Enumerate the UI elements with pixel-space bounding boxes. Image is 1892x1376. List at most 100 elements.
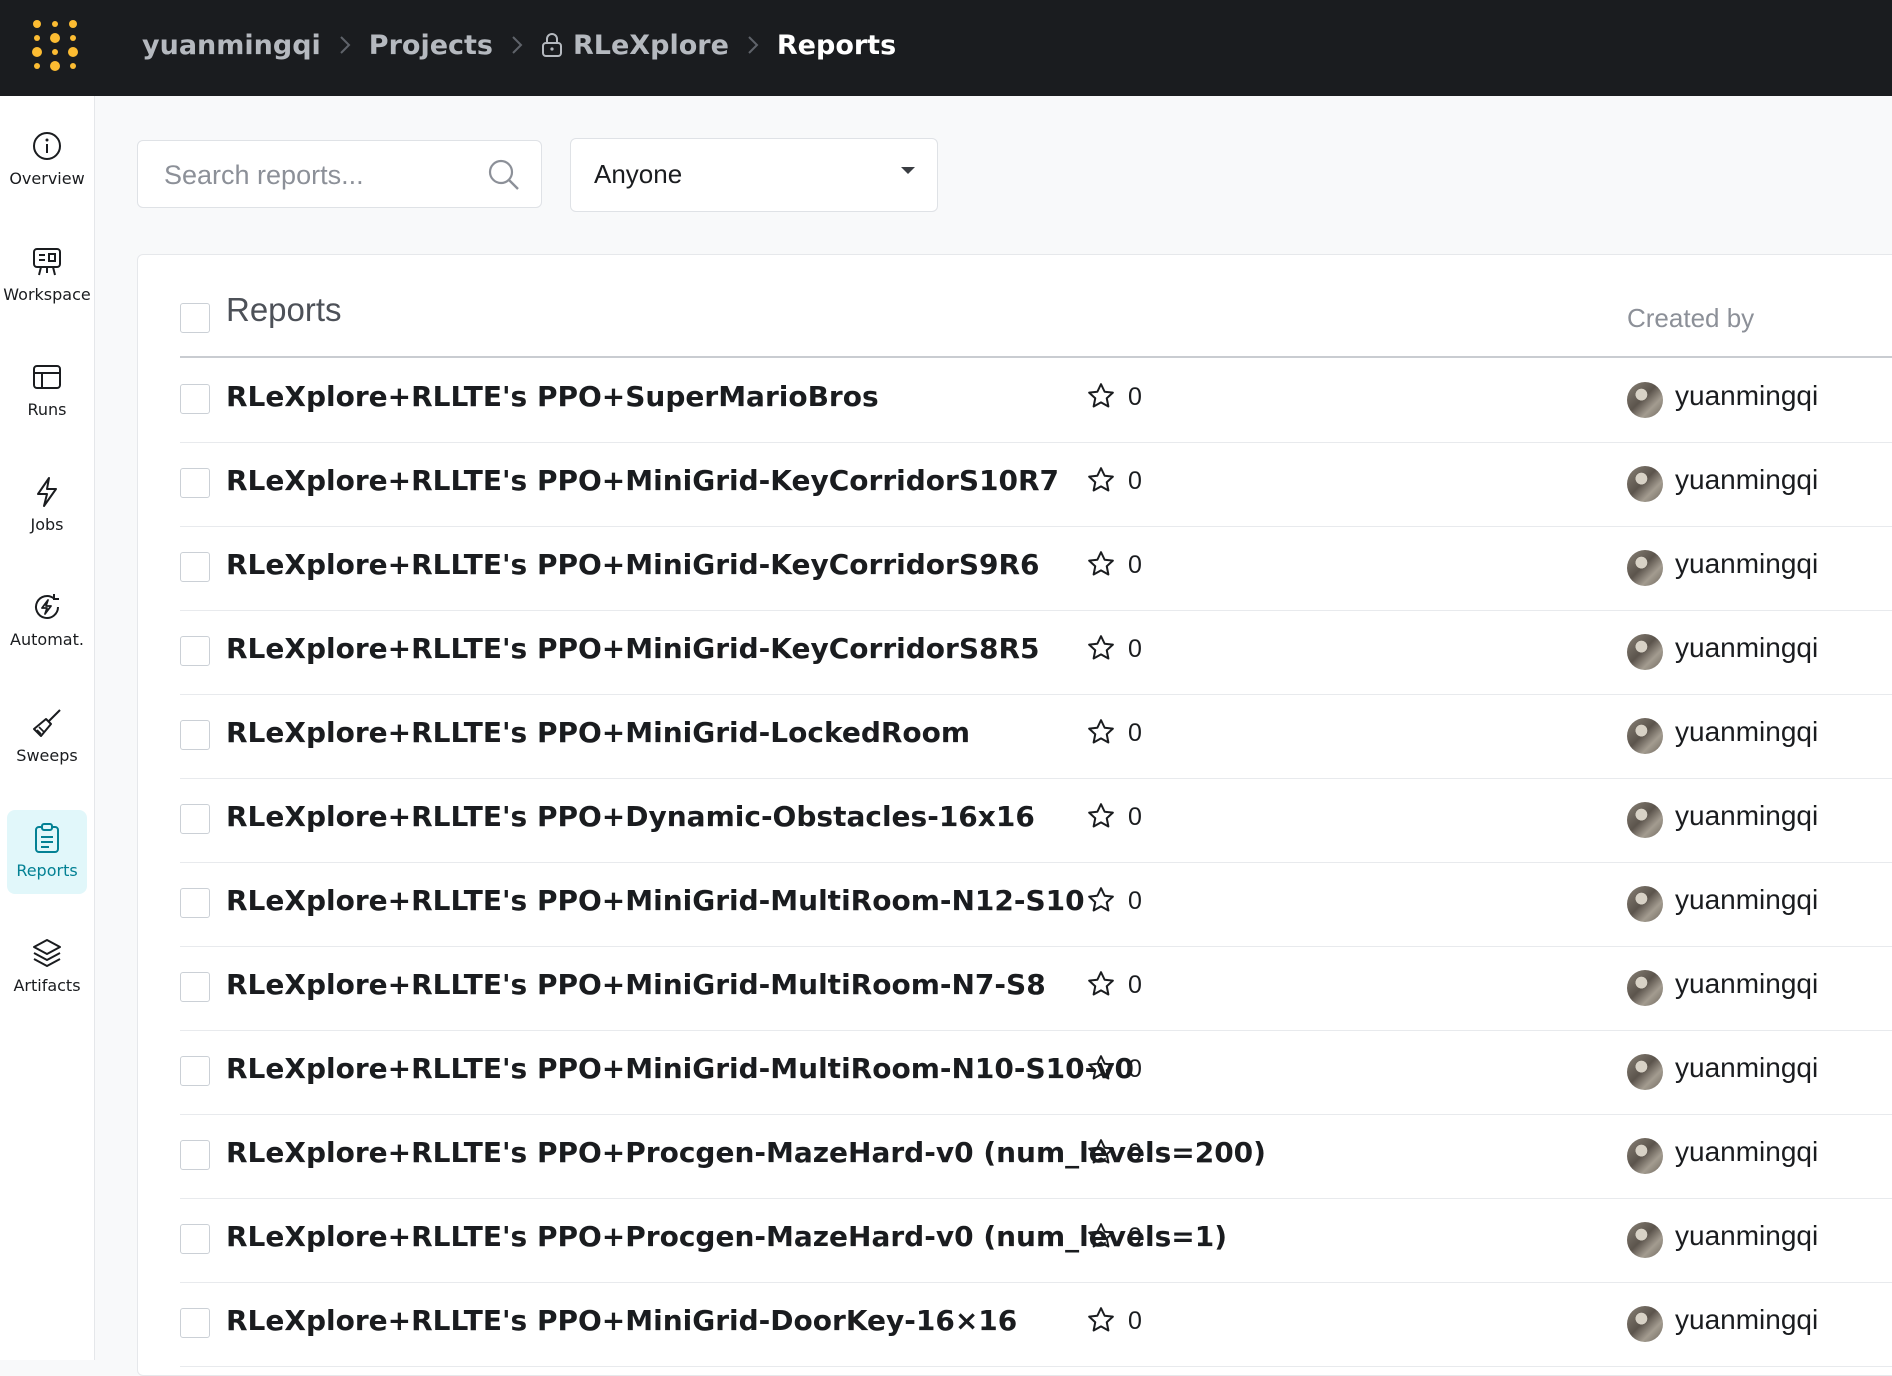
sidebar-item-automations[interactable]: Automat. [7, 579, 87, 663]
sidebar-item-label: Automat. [10, 630, 84, 649]
creator-name[interactable]: yuanmingqi [1675, 1136, 1818, 1168]
row-checkbox[interactable] [180, 384, 210, 414]
table-row[interactable]: RLeXplore+RLLTE's PPO+MiniGrid-DoorKey-1… [180, 1282, 1892, 1367]
report-title-link[interactable]: RLeXplore+RLLTE's PPO+MiniGrid-MultiRoom… [226, 884, 1085, 917]
breadcrumb-current: Reports [776, 29, 897, 61]
avatar[interactable] [1627, 802, 1663, 838]
row-checkbox[interactable] [180, 1140, 210, 1170]
row-checkbox[interactable] [180, 804, 210, 834]
star-icon[interactable] [1086, 969, 1116, 1003]
breadcrumb-user[interactable]: yuanmingqi [142, 30, 321, 61]
creator-name[interactable]: yuanmingqi [1675, 1052, 1818, 1084]
reports-table: Reports Created by RLeXplore+RLLTE's PPO… [137, 254, 1892, 1376]
star-icon[interactable] [1086, 717, 1116, 751]
table-row[interactable]: RLeXplore+RLLTE's PPO+MiniGrid-KeyCorrid… [180, 526, 1892, 611]
report-title-link[interactable]: RLeXplore+RLLTE's PPO+MiniGrid-LockedRoo… [226, 716, 970, 749]
star-count: 0 [1128, 803, 1142, 831]
sidebar-item-label: Runs [27, 400, 67, 419]
layers-icon [30, 936, 64, 970]
avatar[interactable] [1627, 970, 1663, 1006]
row-checkbox[interactable] [180, 1224, 210, 1254]
row-checkbox[interactable] [180, 888, 210, 918]
table-row[interactable]: RLeXplore+RLLTE's PPO+Procgen-MazeHard-v… [180, 1114, 1892, 1199]
avatar[interactable] [1627, 382, 1663, 418]
sidebar-item-sweeps[interactable]: Sweeps [7, 695, 87, 779]
row-checkbox[interactable] [180, 636, 210, 666]
search-icon[interactable] [487, 158, 521, 192]
star-icon[interactable] [1086, 1137, 1116, 1171]
avatar[interactable] [1627, 1222, 1663, 1258]
sidebar-item-runs[interactable]: Runs [7, 349, 87, 433]
creator-name[interactable]: yuanmingqi [1675, 716, 1818, 748]
report-title-link[interactable]: RLeXplore+RLLTE's PPO+MiniGrid-KeyCorrid… [226, 632, 1040, 665]
star-icon[interactable] [1086, 1221, 1116, 1255]
table-row[interactable]: RLeXplore+RLLTE's PPO+MiniGrid-KeyCorrid… [180, 610, 1892, 695]
star-count: 0 [1128, 971, 1142, 999]
table-row[interactable]: RLeXplore+RLLTE's PPO+Dynamic-Obstacles-… [180, 778, 1892, 863]
creator-name[interactable]: yuanmingqi [1675, 464, 1818, 496]
creator-name[interactable]: yuanmingqi [1675, 548, 1818, 580]
report-title-link[interactable]: RLeXplore+RLLTE's PPO+MiniGrid-KeyCorrid… [226, 548, 1040, 581]
broom-icon [30, 706, 64, 740]
sidebar-item-workspace[interactable]: Workspace [3, 234, 91, 318]
table-row[interactable]: RLeXplore+RLLTE's PPO+MiniGrid-LockedRoo… [180, 694, 1892, 779]
table-row[interactable]: RLeXplore+RLLTE's PPO+MiniGrid-MultiRoom… [180, 1030, 1892, 1115]
row-checkbox[interactable] [180, 972, 210, 1002]
avatar[interactable] [1627, 1054, 1663, 1090]
sidebar-item-jobs[interactable]: Jobs [7, 464, 87, 548]
star-icon[interactable] [1086, 381, 1116, 415]
table-row[interactable]: RLeXplore+RLLTE's PPO+MiniGrid-MultiRoom… [180, 946, 1892, 1031]
avatar[interactable] [1627, 1306, 1663, 1342]
report-title-link[interactable]: RLeXplore+RLLTE's PPO+SuperMarioBros [226, 380, 879, 413]
sidebar-item-artifacts[interactable]: Artifacts [7, 925, 87, 1009]
table-row[interactable]: RLeXplore+RLLTE's PPO+Procgen-MazeHard-v… [180, 1198, 1892, 1283]
avatar[interactable] [1627, 634, 1663, 670]
creator-name[interactable]: yuanmingqi [1675, 884, 1818, 916]
star-icon[interactable] [1086, 801, 1116, 835]
row-checkbox[interactable] [180, 1308, 210, 1338]
avatar[interactable] [1627, 718, 1663, 754]
creator-name[interactable]: yuanmingqi [1675, 380, 1818, 412]
creator-name[interactable]: yuanmingqi [1675, 968, 1818, 1000]
report-title-link[interactable]: RLeXplore+RLLTE's PPO+MiniGrid-MultiRoom… [226, 968, 1046, 1001]
creator-name[interactable]: yuanmingqi [1675, 632, 1818, 664]
avatar[interactable] [1627, 1138, 1663, 1174]
sidebar-item-overview[interactable]: Overview [7, 118, 87, 202]
table-row[interactable]: RLeXplore+RLLTE's PPO+MiniGrid-MultiRoom… [180, 862, 1892, 947]
row-checkbox[interactable] [180, 468, 210, 498]
avatar[interactable] [1627, 886, 1663, 922]
star-icon[interactable] [1086, 465, 1116, 499]
star-icon[interactable] [1086, 1305, 1116, 1339]
star-count: 0 [1128, 1223, 1142, 1251]
report-title-link[interactable]: RLeXplore+RLLTE's PPO+Procgen-MazeHard-v… [226, 1220, 1227, 1253]
table-row[interactable]: RLeXplore+RLLTE's PPO+MiniGrid-KeyCorrid… [180, 442, 1892, 527]
caret-down-icon [901, 167, 915, 174]
breadcrumb-projects[interactable]: Projects [369, 30, 493, 61]
creator-name[interactable]: yuanmingqi [1675, 1304, 1818, 1336]
creator-name[interactable]: yuanmingqi [1675, 800, 1818, 832]
report-title-link[interactable]: RLeXplore+RLLTE's PPO+MiniGrid-KeyCorrid… [226, 464, 1059, 497]
select-all-checkbox[interactable] [180, 303, 210, 333]
row-checkbox[interactable] [180, 1056, 210, 1086]
star-icon[interactable] [1086, 1053, 1116, 1087]
star-icon[interactable] [1086, 633, 1116, 667]
dropdown-value: Anyone [594, 159, 683, 189]
search-input[interactable] [162, 151, 466, 199]
wandb-logo-icon[interactable] [28, 16, 84, 80]
avatar[interactable] [1627, 550, 1663, 586]
avatar[interactable] [1627, 466, 1663, 502]
table-header: Reports Created by [180, 255, 1892, 358]
lightning-icon [30, 475, 64, 509]
breadcrumb-project[interactable]: RLeXplore [573, 30, 729, 61]
creator-filter-dropdown[interactable]: Anyone [570, 138, 938, 212]
report-title-link[interactable]: RLeXplore+RLLTE's PPO+MiniGrid-DoorKey-1… [226, 1304, 1017, 1337]
report-title-link[interactable]: RLeXplore+RLLTE's PPO+MiniGrid-MultiRoom… [226, 1052, 1134, 1085]
row-checkbox[interactable] [180, 552, 210, 582]
sidebar-item-reports[interactable]: Reports [7, 810, 87, 894]
row-checkbox[interactable] [180, 720, 210, 750]
creator-name[interactable]: yuanmingqi [1675, 1220, 1818, 1252]
report-title-link[interactable]: RLeXplore+RLLTE's PPO+Dynamic-Obstacles-… [226, 800, 1035, 833]
table-row[interactable]: RLeXplore+RLLTE's PPO+SuperMarioBros 0 yua… [180, 358, 1892, 443]
star-icon[interactable] [1086, 885, 1116, 919]
star-icon[interactable] [1086, 549, 1116, 583]
